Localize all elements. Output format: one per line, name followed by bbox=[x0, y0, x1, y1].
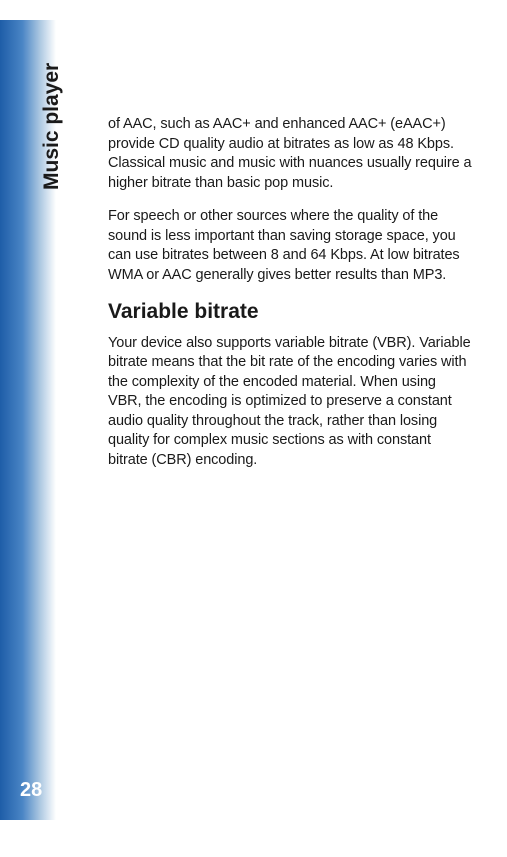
body-paragraph: Your device also supports variable bitra… bbox=[108, 334, 473, 471]
body-paragraph: For speech or other sources where the qu… bbox=[108, 207, 473, 285]
page-number: 28 bbox=[20, 779, 42, 802]
section-heading: Variable bitrate bbox=[108, 300, 473, 324]
section-title: Music player bbox=[40, 63, 64, 190]
main-content: of AAC, such as AAC+ and enhanced AAC+ (… bbox=[108, 115, 473, 484]
body-paragraph: of AAC, such as AAC+ and enhanced AAC+ (… bbox=[108, 115, 473, 193]
